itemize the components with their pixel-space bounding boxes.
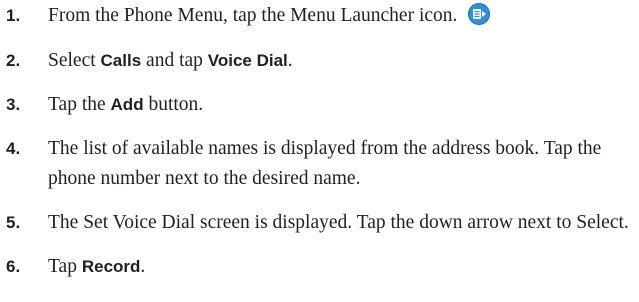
step-4: 4. The list of available names is displa… bbox=[6, 134, 636, 194]
menu-launcher-icon bbox=[468, 3, 491, 25]
step-text: button. bbox=[143, 94, 204, 115]
step-number: 1. bbox=[6, 6, 21, 25]
step-6: 6. Tap Record. bbox=[6, 252, 636, 282]
step-1: 1. From the Phone Menu, tap the Menu Lau… bbox=[6, 1, 636, 31]
step-2: 2. Select Calls and tap Voice Dial. bbox=[6, 46, 636, 76]
add-label: Add bbox=[110, 95, 144, 114]
step-text: . bbox=[140, 256, 146, 277]
step-text: and tap bbox=[141, 50, 208, 71]
step-5: 5. The Set Voice Dial screen is displaye… bbox=[6, 208, 636, 238]
voice-dial-label: Voice Dial bbox=[207, 51, 288, 70]
step-number: 2. bbox=[6, 51, 21, 70]
step-number: 3. bbox=[6, 95, 21, 114]
step-text: Tap bbox=[48, 256, 82, 277]
step-text: . bbox=[287, 50, 293, 71]
step-text: The list of available names is displayed… bbox=[48, 138, 602, 189]
step-text: From the Phone Menu, tap the Menu Launch… bbox=[48, 5, 458, 26]
calls-label: Calls bbox=[100, 51, 142, 70]
step-text: The Set Voice Dial screen is displayed. … bbox=[48, 212, 629, 233]
step-3: 3. Tap the Add button. bbox=[6, 90, 636, 120]
record-label: Record bbox=[81, 257, 141, 276]
step-number: 6. bbox=[6, 257, 21, 276]
step-number: 4. bbox=[6, 139, 21, 158]
step-number: 5. bbox=[6, 213, 21, 232]
instruction-steps: 1. From the Phone Menu, tap the Menu Lau… bbox=[6, 0, 636, 282]
step-text: Select bbox=[48, 50, 101, 71]
step-text: Tap the bbox=[48, 94, 111, 115]
